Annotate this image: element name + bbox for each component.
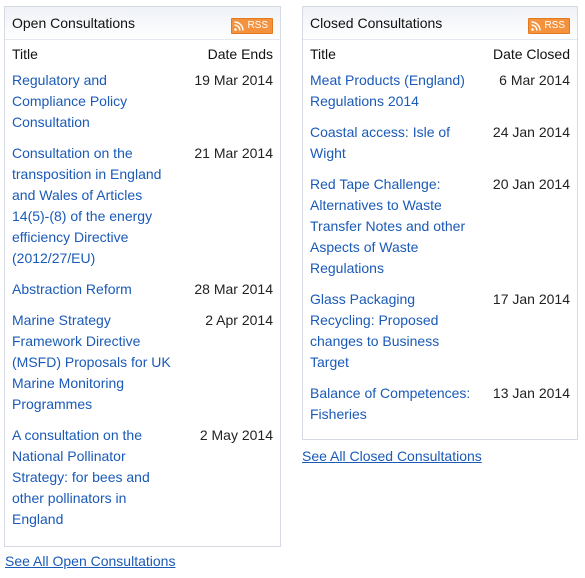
list-item: Abstraction Reform 28 Mar 2014 [12, 279, 273, 300]
consultation-date: 2 May 2014 [199, 427, 273, 443]
consultation-link[interactable]: Abstraction Reform [12, 279, 180, 300]
list-item: Balance of Competences: Fisheries 13 Jan … [310, 383, 570, 425]
consultation-list: Meat Products (England) Regulations 2014… [303, 70, 577, 425]
consultation-date: 6 Mar 2014 [499, 72, 570, 88]
consultation-date: 17 Jan 2014 [492, 291, 570, 307]
consultation-link[interactable]: A consultation on the National Pollinato… [12, 425, 180, 530]
consultation-date: 24 Jan 2014 [492, 124, 570, 140]
rss-label: RSS [247, 20, 268, 31]
column-header-title: Title [12, 46, 38, 62]
see-all-open-link[interactable]: See All Open Consultations [5, 553, 175, 569]
column-headers: Title Date Closed [303, 40, 577, 70]
list-item: Red Tape Challenge: Alternatives to Wast… [310, 174, 570, 279]
list-item: Consultation on the transposition in Eng… [12, 143, 273, 269]
list-item: Coastal access: Isle of Wight 24 Jan 2014 [310, 122, 570, 164]
panel-title: Open Consultations [12, 15, 135, 31]
rss-feed-icon [234, 21, 245, 31]
column-header-date: Date Closed [492, 46, 570, 62]
rss-button[interactable]: RSS [528, 18, 570, 34]
consultation-link[interactable]: Consultation on the transposition in Eng… [12, 143, 180, 269]
list-item: Marine Strategy Framework Directive (MSF… [12, 310, 273, 415]
see-all-closed-link[interactable]: See All Closed Consultations [302, 448, 482, 464]
panel-header: Closed Consultations RSS [303, 7, 577, 40]
consultation-link[interactable]: Glass Packaging Recycling: Proposed chan… [310, 289, 476, 373]
rss-label: RSS [544, 20, 565, 31]
list-item: Glass Packaging Recycling: Proposed chan… [310, 289, 570, 373]
consultation-link[interactable]: Meat Products (England) Regulations 2014 [310, 70, 476, 112]
closed-consultations-panel: Closed Consultations RSS Title Date Clos… [302, 6, 578, 440]
list-item: Meat Products (England) Regulations 2014… [310, 70, 570, 112]
consultation-link[interactable]: Marine Strategy Framework Directive (MSF… [12, 310, 180, 415]
column-header-title: Title [310, 46, 336, 62]
consultation-link[interactable]: Balance of Competences: Fisheries [310, 383, 476, 425]
consultation-link[interactable]: Regulatory and Compliance Policy Consult… [12, 70, 180, 133]
list-item: Regulatory and Compliance Policy Consult… [12, 70, 273, 133]
consultation-date: 20 Jan 2014 [492, 176, 570, 192]
column-headers: Title Date Ends [5, 40, 280, 70]
list-item: A consultation on the National Pollinato… [12, 425, 273, 530]
panel-header: Open Consultations RSS [5, 7, 280, 40]
panel-title: Closed Consultations [310, 15, 443, 31]
rss-feed-icon [531, 21, 542, 31]
rss-button[interactable]: RSS [231, 18, 273, 34]
consultation-list: Regulatory and Compliance Policy Consult… [5, 70, 280, 530]
consultation-date: 13 Jan 2014 [492, 385, 570, 401]
consultation-link[interactable]: Coastal access: Isle of Wight [310, 122, 476, 164]
column-header-date: Date Ends [207, 46, 273, 62]
consultation-date: 2 Apr 2014 [205, 312, 273, 328]
consultation-date: 21 Mar 2014 [194, 145, 273, 161]
open-consultations-panel: Open Consultations RSS Title Date Ends R… [4, 6, 281, 547]
consultation-link[interactable]: Red Tape Challenge: Alternatives to Wast… [310, 174, 476, 279]
consultation-date: 19 Mar 2014 [194, 72, 273, 88]
consultation-date: 28 Mar 2014 [194, 281, 273, 297]
